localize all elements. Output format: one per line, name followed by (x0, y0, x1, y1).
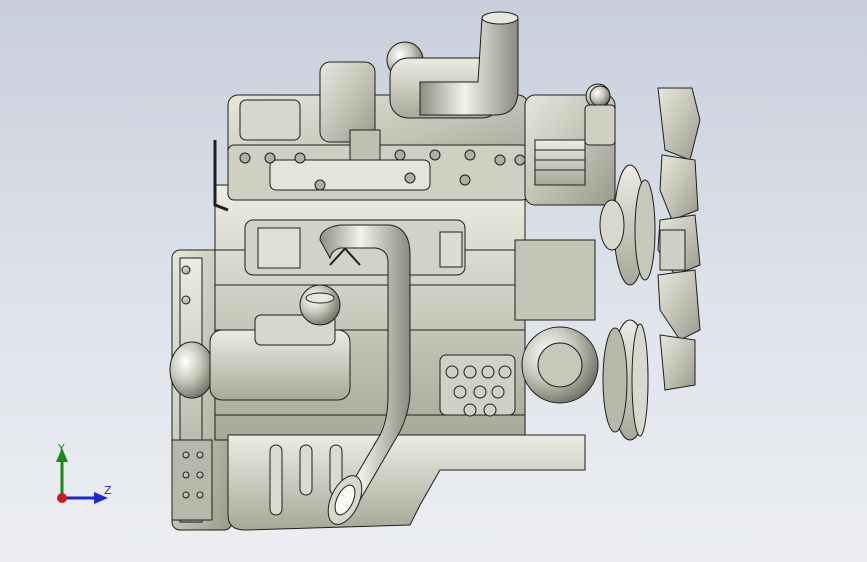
z-axis-label: Z (104, 484, 112, 497)
3d-viewport[interactable]: Y Z (0, 0, 867, 562)
orientation-triad: Y Z (40, 440, 130, 520)
triad-axes-icon (56, 448, 108, 504)
oil-pan (227, 434, 586, 531)
cooling-fan (657, 87, 701, 391)
crankshaft-pulley (602, 319, 649, 441)
engine-model[interactable] (0, 0, 867, 562)
oil-filter-mount (439, 354, 516, 417)
y-axis-label: Y (58, 442, 65, 455)
alternator (514, 239, 599, 404)
